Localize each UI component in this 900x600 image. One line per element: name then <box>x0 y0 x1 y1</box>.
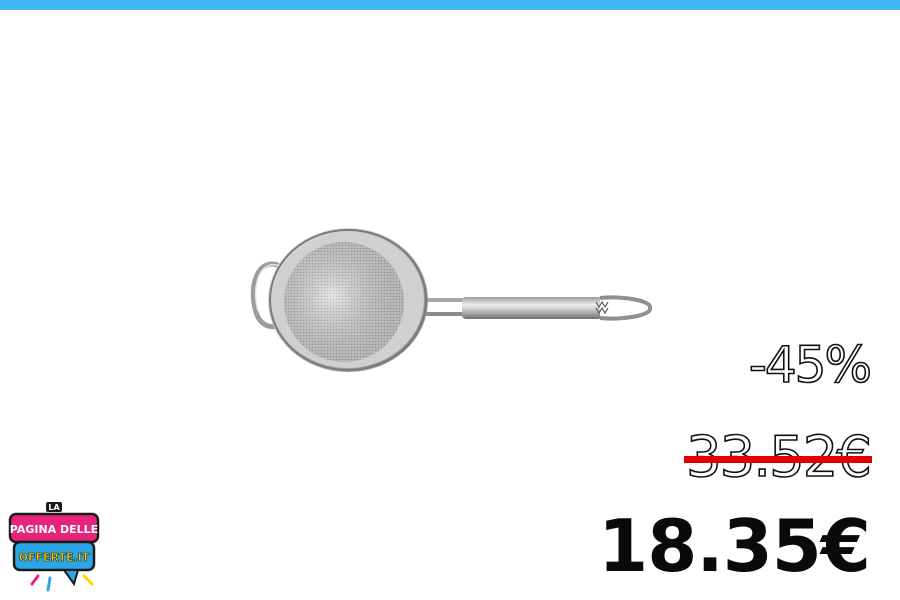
logo: LA PAGINA DELLE OFFERTE.IT <box>8 502 100 592</box>
logo-sparkle-left <box>30 574 40 586</box>
logo-sparkle-mid <box>46 576 52 592</box>
old-price: 33.52€ <box>684 429 873 486</box>
discount-badge: -45% <box>748 336 873 394</box>
logo-line2: PAGINA DELLE <box>10 523 98 536</box>
strainer-image <box>248 226 652 374</box>
new-price: 18.35€ <box>598 504 871 588</box>
logo-sparkle-right <box>82 574 94 586</box>
logo-line1: LA <box>48 503 60 512</box>
strikethrough-line <box>684 456 872 463</box>
logo-speech-tail <box>62 569 80 587</box>
logo-line3: OFFERTE.IT <box>19 551 90 564</box>
top-accent-bar <box>0 0 900 10</box>
